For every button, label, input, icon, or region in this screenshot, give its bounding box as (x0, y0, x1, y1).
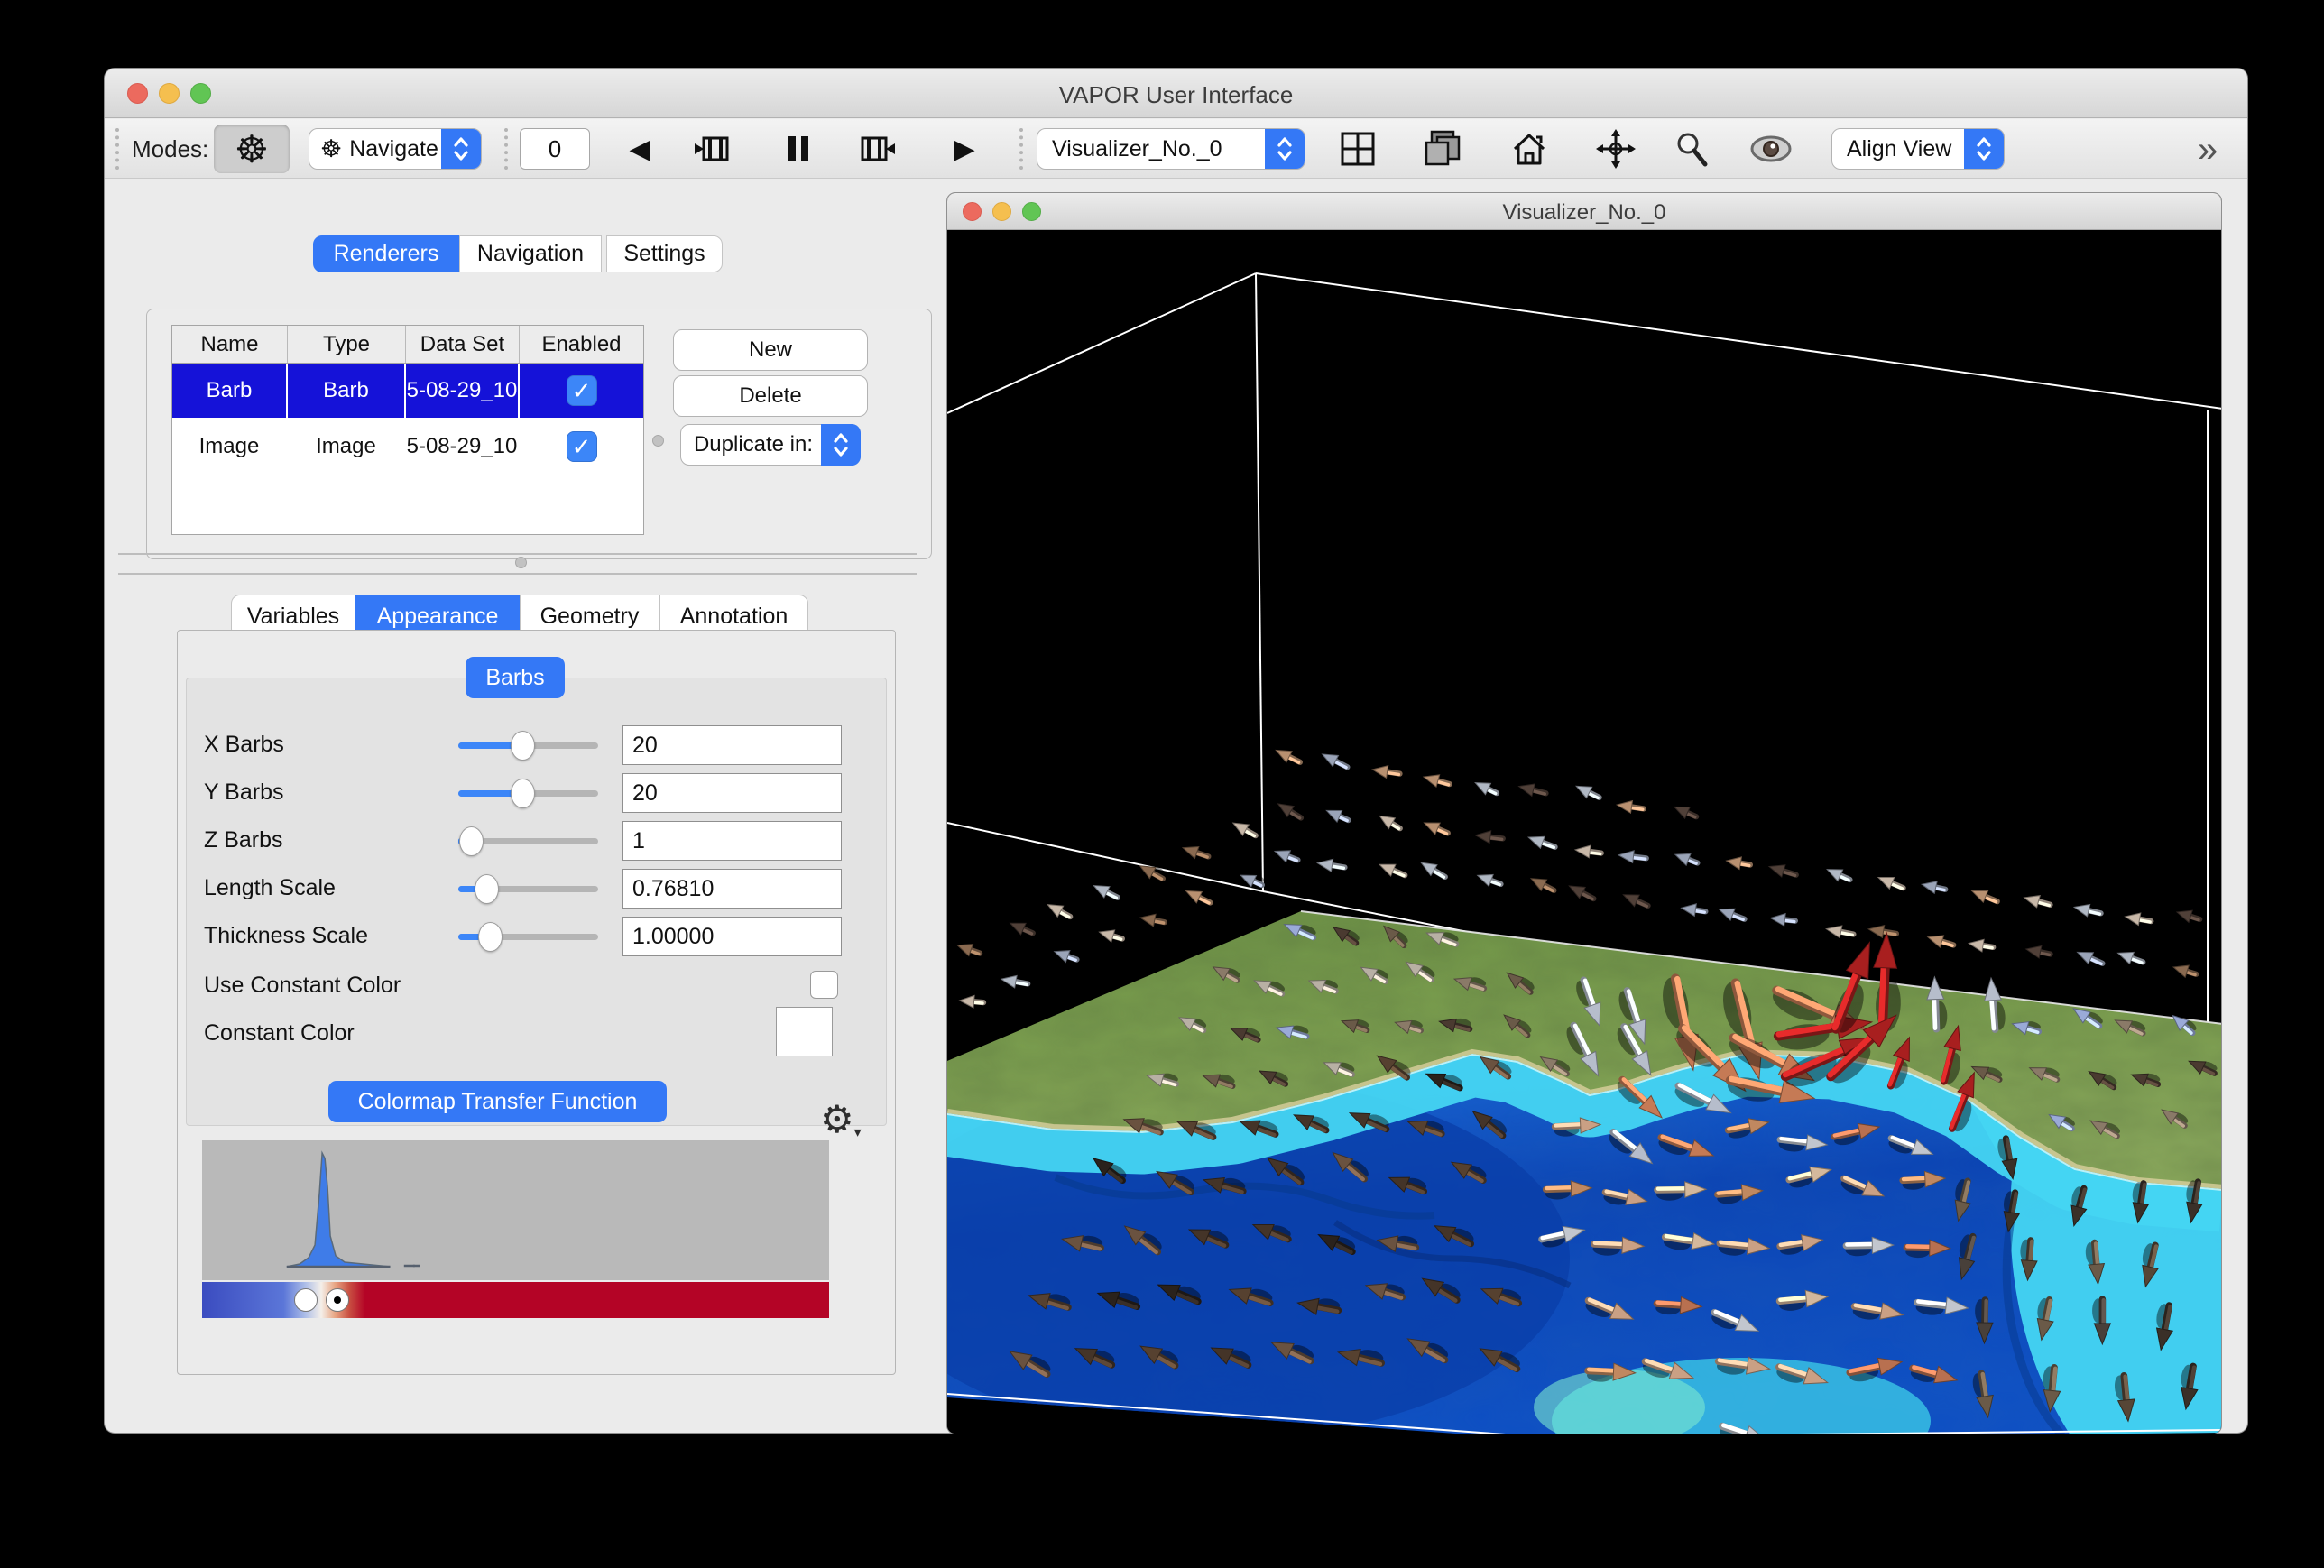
param-slider[interactable] (458, 730, 598, 761)
ship-wheel-icon: ☸ (235, 127, 269, 171)
cascade-windows-icon[interactable] (1417, 126, 1466, 171)
window-title: VAPOR User Interface (105, 81, 2247, 109)
table-row[interactable]: Barb Barb 5-08-29_10 ✓ (172, 364, 643, 420)
constant-color-label: Constant Color (204, 1020, 355, 1047)
cell-dataset[interactable]: 5-08-29_10 (406, 364, 520, 420)
param-slider[interactable] (458, 778, 598, 808)
param-slider[interactable] (458, 873, 598, 904)
tile-windows-icon[interactable] (1333, 126, 1382, 171)
step-backward-icon[interactable] (689, 126, 738, 171)
splitter-line (118, 573, 917, 575)
main-titlebar[interactable]: VAPOR User Interface (105, 69, 2247, 118)
param-label: Z Barbs (204, 827, 283, 853)
visualizer-select-value: Visualizer_No._0 (1038, 136, 1222, 162)
chevron-updown-icon (441, 128, 481, 170)
param-label: Y Barbs (204, 779, 283, 806)
enabled-checkbox[interactable]: ✓ (567, 431, 597, 462)
frame-counter-field[interactable] (520, 128, 590, 170)
constant-color-swatch[interactable] (776, 1007, 833, 1056)
align-view-select[interactable]: Align View (1831, 128, 2005, 170)
new-renderer-button[interactable]: New (673, 329, 868, 371)
col-enabled[interactable]: Enabled (520, 326, 643, 363)
toolbar-separator (504, 128, 508, 170)
align-view-value: Align View (1832, 136, 1951, 162)
panel-grip[interactable] (652, 435, 664, 447)
cell-dataset[interactable]: 5-08-29_10 (406, 420, 520, 475)
param-label: X Barbs (204, 732, 284, 758)
visualizer-select[interactable]: Visualizer_No._0 (1037, 128, 1305, 170)
enabled-checkbox[interactable]: ✓ (567, 375, 597, 406)
transfer-function-histogram[interactable] (202, 1140, 829, 1280)
3d-scene[interactable] (947, 230, 2222, 1434)
renderers-panel: Name Type Data Set Enabled Barb Barb 5-0… (146, 309, 932, 559)
param-label: Thickness Scale (204, 923, 368, 949)
param-value-field[interactable] (622, 773, 842, 813)
3d-viewport[interactable] (947, 230, 2222, 1434)
tab-renderers[interactable]: Renderers (313, 235, 459, 272)
barbs-section-label: Barbs (466, 657, 565, 698)
pause-icon[interactable] (774, 126, 823, 171)
use-constant-color-checkbox[interactable] (810, 971, 838, 999)
colormap-transfer-function-label: Colormap Transfer Function (328, 1081, 667, 1122)
cell-name[interactable]: Image (172, 420, 288, 475)
col-dataset[interactable]: Data Set (406, 326, 520, 363)
chevron-updown-icon (1964, 128, 2004, 170)
colormap-control-point[interactable] (326, 1288, 349, 1312)
chevron-updown-icon[interactable] (821, 424, 861, 466)
chevron-updown-icon (1265, 128, 1305, 170)
param-value-field[interactable] (622, 821, 842, 861)
terrain-surface (947, 862, 2222, 1434)
visualizer-titlebar[interactable]: Visualizer_No._0 (947, 193, 2221, 230)
magnifier-icon[interactable] (1667, 126, 1716, 171)
param-slider[interactable] (458, 826, 598, 856)
tab-settings[interactable]: Settings (606, 235, 723, 272)
param-value-field[interactable] (622, 917, 842, 956)
step-forward-icon[interactable] (852, 126, 900, 171)
col-name[interactable]: Name (172, 326, 288, 363)
visualizer-title: Visualizer_No._0 (947, 200, 2221, 226)
renderer-table[interactable]: Name Type Data Set Enabled Barb Barb 5-0… (171, 325, 644, 535)
main-window: VAPOR User Interface Modes: ☸ ☸ Navigate… (104, 68, 2248, 1434)
recenter-view-icon[interactable] (1591, 126, 1640, 171)
cell-type[interactable]: Image (288, 420, 406, 475)
gear-icon[interactable]: ⚙▾ (820, 1097, 862, 1141)
play-forward-icon[interactable]: ▶ (940, 126, 989, 171)
toolbar-separator (115, 128, 119, 170)
home-icon[interactable] (1505, 126, 1554, 171)
colormap-control-point[interactable] (294, 1288, 318, 1312)
main-toolbar: Modes: ☸ ☸ Navigate ◀ ▶ Visualizer_No._0 (105, 119, 2247, 179)
splitter-line (118, 553, 917, 555)
cell-name[interactable]: Barb (172, 364, 288, 420)
param-label: Length Scale (204, 875, 336, 901)
visualizer-window: Visualizer_No._0 (946, 192, 2222, 1434)
delete-renderer-button[interactable]: Delete (673, 375, 868, 417)
eye-icon[interactable] (1747, 126, 1795, 171)
ship-wheel-icon: ☸ (309, 135, 342, 163)
toolbar-overflow-icon[interactable]: » (2198, 130, 2218, 171)
mode-select[interactable]: ☸ Navigate (309, 128, 482, 170)
table-row[interactable]: Image Image 5-08-29_10 ✓ (172, 420, 643, 475)
tab-navigation[interactable]: Navigation (459, 235, 602, 272)
splitter-handle[interactable] (515, 557, 527, 568)
mode-select-value: Navigate (342, 136, 438, 162)
renderer-table-header: Name Type Data Set Enabled (172, 326, 643, 364)
use-constant-color-label: Use Constant Color (204, 973, 401, 999)
cell-type[interactable]: Barb (288, 364, 406, 420)
toolbar-separator (1019, 128, 1023, 170)
modes-label: Modes: (132, 135, 208, 163)
col-type[interactable]: Type (288, 326, 406, 363)
param-value-field[interactable] (622, 869, 842, 909)
param-slider[interactable] (458, 921, 598, 952)
navigate-mode-button[interactable]: ☸ (214, 125, 290, 173)
param-value-field[interactable] (622, 725, 842, 765)
play-backward-icon[interactable]: ◀ (615, 126, 664, 171)
